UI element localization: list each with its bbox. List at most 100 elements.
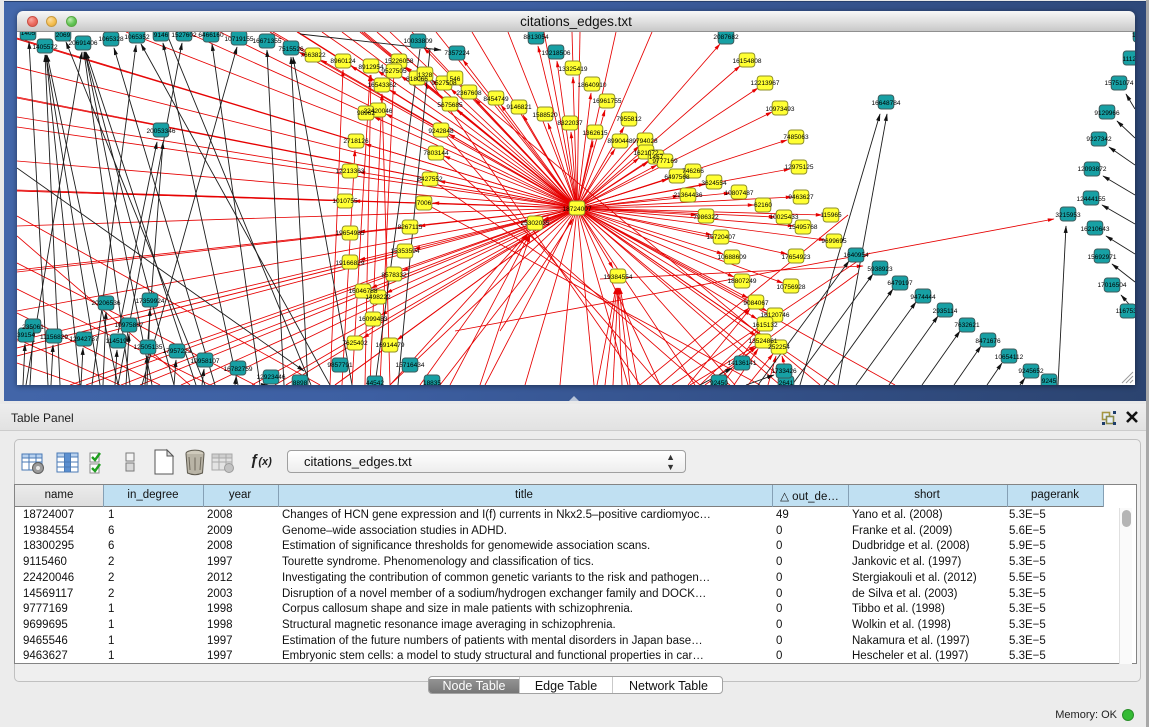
svg-text:2935114: 2935114 (933, 308, 958, 315)
svg-text:15751074: 15751074 (1105, 80, 1134, 87)
svg-text:8454749: 8454749 (483, 96, 509, 103)
svg-text:20691406: 20691406 (69, 40, 98, 47)
svg-text:15692971: 15692971 (1088, 254, 1117, 261)
svg-text:9794028: 9794028 (632, 138, 658, 145)
svg-text:18835: 18835 (423, 380, 441, 385)
svg-text:8990448: 8990448 (607, 138, 633, 145)
svg-text:20053346: 20053346 (147, 128, 176, 135)
svg-text:12975125: 12975125 (785, 164, 814, 171)
svg-text:10975867: 10975867 (115, 322, 144, 329)
svg-text:16154808: 16154808 (733, 58, 762, 65)
svg-text:1010755: 1010755 (332, 198, 358, 205)
svg-text:235061: 235061 (22, 324, 44, 331)
svg-text:10807487: 10807487 (725, 190, 754, 197)
svg-text:1362615: 1362615 (582, 130, 608, 137)
svg-text:3624554: 3624554 (701, 180, 727, 187)
svg-text:18807249: 18807249 (728, 278, 757, 285)
svg-text:10756928: 10756928 (777, 284, 806, 291)
svg-text:5675685: 5675685 (437, 102, 463, 109)
svg-text:6466160: 6466160 (198, 32, 224, 39)
svg-text:16671355: 16671355 (253, 38, 282, 45)
svg-text:5938923: 5938923 (867, 266, 893, 273)
svg-text:9084067: 9084067 (743, 300, 769, 307)
svg-text:17359924: 17359924 (136, 298, 165, 305)
svg-text:10654112: 10654112 (995, 354, 1024, 361)
svg-text:1615132: 1615132 (752, 322, 778, 329)
svg-text:252254: 252254 (768, 344, 790, 351)
svg-text:18724007: 18724007 (563, 206, 592, 213)
svg-text:25302035: 25302035 (521, 220, 550, 227)
svg-text:12505135: 12505135 (134, 344, 163, 351)
svg-text:2718126: 2718126 (343, 138, 369, 145)
svg-text:17016504: 17016504 (1098, 282, 1127, 289)
svg-text:9129966: 9129966 (1094, 110, 1120, 117)
svg-text:9245: 9245 (1042, 378, 1057, 385)
svg-text:62160: 62160 (754, 202, 772, 209)
svg-text:9777169: 9777169 (652, 158, 678, 165)
svg-text:16099483: 16099483 (359, 316, 388, 323)
svg-text:1640954: 1640954 (843, 252, 869, 259)
svg-text:1065328: 1065328 (98, 36, 124, 43)
svg-text:1405: 1405 (21, 32, 36, 37)
svg-text:14136141: 14136141 (728, 360, 757, 367)
svg-text:7803144: 7803144 (423, 150, 449, 157)
svg-text:15495768: 15495768 (789, 224, 818, 231)
svg-text:16543362: 16543362 (368, 82, 397, 89)
svg-text:10688609: 10688609 (718, 254, 747, 261)
svg-text:1588520: 1588520 (532, 112, 558, 119)
svg-text:2069: 2069 (56, 32, 71, 39)
svg-text:10973493: 10973493 (766, 106, 795, 113)
svg-text:19166829: 19166829 (336, 260, 365, 267)
svg-text:12093872: 12093872 (1078, 166, 1107, 173)
svg-text:12923446: 12923446 (257, 374, 286, 381)
svg-text:19218506: 19218506 (542, 50, 571, 57)
svg-text:17654923: 17654923 (782, 254, 811, 261)
svg-text:17957223: 17957223 (163, 348, 192, 355)
svg-text:2087682: 2087682 (713, 34, 739, 41)
svg-text:6497568: 6497568 (664, 174, 690, 181)
svg-text:7632621: 7632621 (954, 322, 980, 329)
svg-text:13325419: 13325419 (559, 66, 588, 73)
svg-text:11156829: 11156829 (40, 334, 68, 341)
svg-text:10033809: 10033809 (404, 38, 433, 45)
svg-text:7663822: 7663822 (300, 52, 326, 59)
svg-text:16052: 16052 (1132, 32, 1135, 39)
svg-text:546: 546 (450, 76, 461, 83)
svg-text:16648784: 16648784 (872, 100, 901, 107)
svg-text:39154: 39154 (17, 332, 35, 339)
svg-text:1405572: 1405572 (32, 44, 58, 51)
svg-text:16782759: 16782759 (224, 366, 253, 373)
svg-text:15720407: 15720407 (707, 234, 736, 241)
svg-text:1498222: 1498222 (365, 294, 391, 301)
svg-text:8912954: 8912954 (358, 64, 384, 71)
svg-text:8960124: 8960124 (330, 58, 356, 65)
svg-text:8267115: 8267115 (398, 224, 423, 231)
svg-text:7955812: 7955812 (616, 116, 642, 123)
svg-text:44542: 44542 (366, 380, 384, 385)
svg-text:9474444: 9474444 (910, 294, 936, 301)
svg-text:1527602: 1527602 (171, 32, 197, 39)
svg-text:21364436: 21364436 (674, 192, 703, 199)
svg-text:16914479: 16914479 (376, 342, 405, 349)
svg-text:19654985: 19654985 (336, 230, 365, 237)
svg-text:8898: 8898 (293, 380, 308, 385)
svg-text:1167533: 1167533 (1116, 308, 1135, 315)
svg-text:8578332: 8578332 (381, 272, 407, 279)
svg-text:9242848: 9242848 (428, 128, 454, 135)
svg-text:1733426: 1733426 (771, 368, 797, 375)
svg-text:15716434: 15716434 (396, 362, 425, 369)
svg-text:9146: 9146 (154, 32, 169, 39)
svg-text:15226058: 15226058 (385, 58, 414, 65)
svg-text:19384554: 19384554 (604, 274, 633, 281)
svg-text:115965: 115965 (820, 212, 842, 219)
svg-text:6479197: 6479197 (887, 280, 913, 287)
svg-text:10719155: 10719155 (225, 36, 254, 43)
svg-text:7986322: 7986322 (693, 214, 719, 221)
svg-text:9463627: 9463627 (788, 194, 814, 201)
svg-text:98962: 98962 (357, 110, 375, 117)
svg-text:2641: 2641 (779, 380, 794, 385)
svg-text:12213363: 12213363 (336, 168, 365, 175)
svg-text:18640910: 18640910 (578, 82, 607, 89)
svg-text:9146821: 9146821 (506, 104, 532, 111)
svg-text:12942737: 12942737 (70, 336, 99, 343)
